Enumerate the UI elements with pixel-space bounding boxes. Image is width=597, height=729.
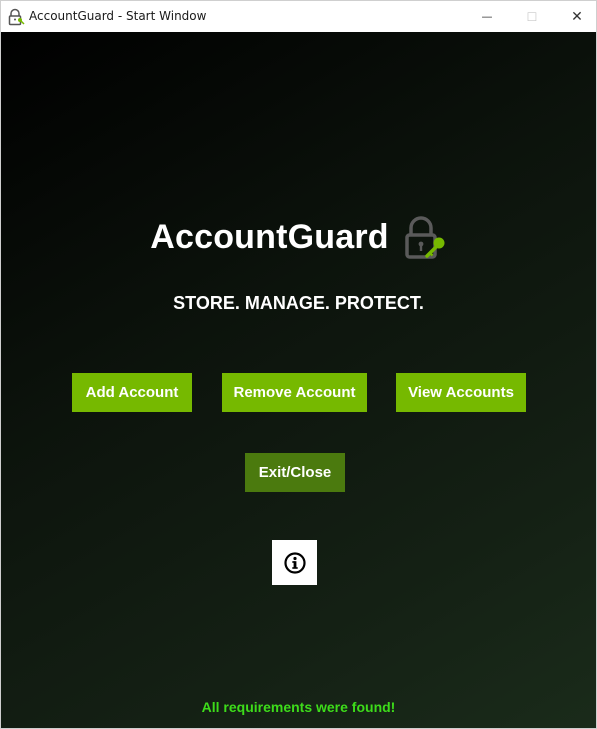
minimize-icon: — <box>481 10 493 23</box>
view-accounts-button[interactable]: View Accounts <box>396 373 526 412</box>
info-button[interactable] <box>272 540 317 585</box>
close-icon: ✕ <box>571 8 583 25</box>
add-account-button[interactable]: Add Account <box>72 373 192 412</box>
title-bar[interactable]: AccountGuard - Start Window — ☐ ✕ <box>1 1 596 32</box>
tagline: STORE. MANAGE. PROTECT. <box>173 293 424 313</box>
maximize-icon: ☐ <box>526 9 538 24</box>
app-name: AccountGuard <box>150 217 389 256</box>
info-icon <box>283 551 306 574</box>
lock-key-icon <box>405 216 445 259</box>
remove-account-button[interactable]: Remove Account <box>222 373 367 412</box>
app-lock-icon <box>8 8 25 26</box>
main-content: AccountGuard STORE. MANAGE. PROTECT. Add… <box>1 32 596 728</box>
maximize-button[interactable]: ☐ <box>509 1 555 32</box>
app-window: AccountGuard - Start Window — ☐ ✕ Accoun… <box>0 0 597 729</box>
app-header: AccountGuard <box>1 215 596 259</box>
minimize-button[interactable]: — <box>464 1 510 32</box>
close-button[interactable]: ✕ <box>554 1 597 32</box>
exit-close-button[interactable]: Exit/Close <box>245 453 345 492</box>
status-message: All requirements were found! <box>201 699 396 715</box>
window-title: AccountGuard - Start Window <box>29 9 207 23</box>
